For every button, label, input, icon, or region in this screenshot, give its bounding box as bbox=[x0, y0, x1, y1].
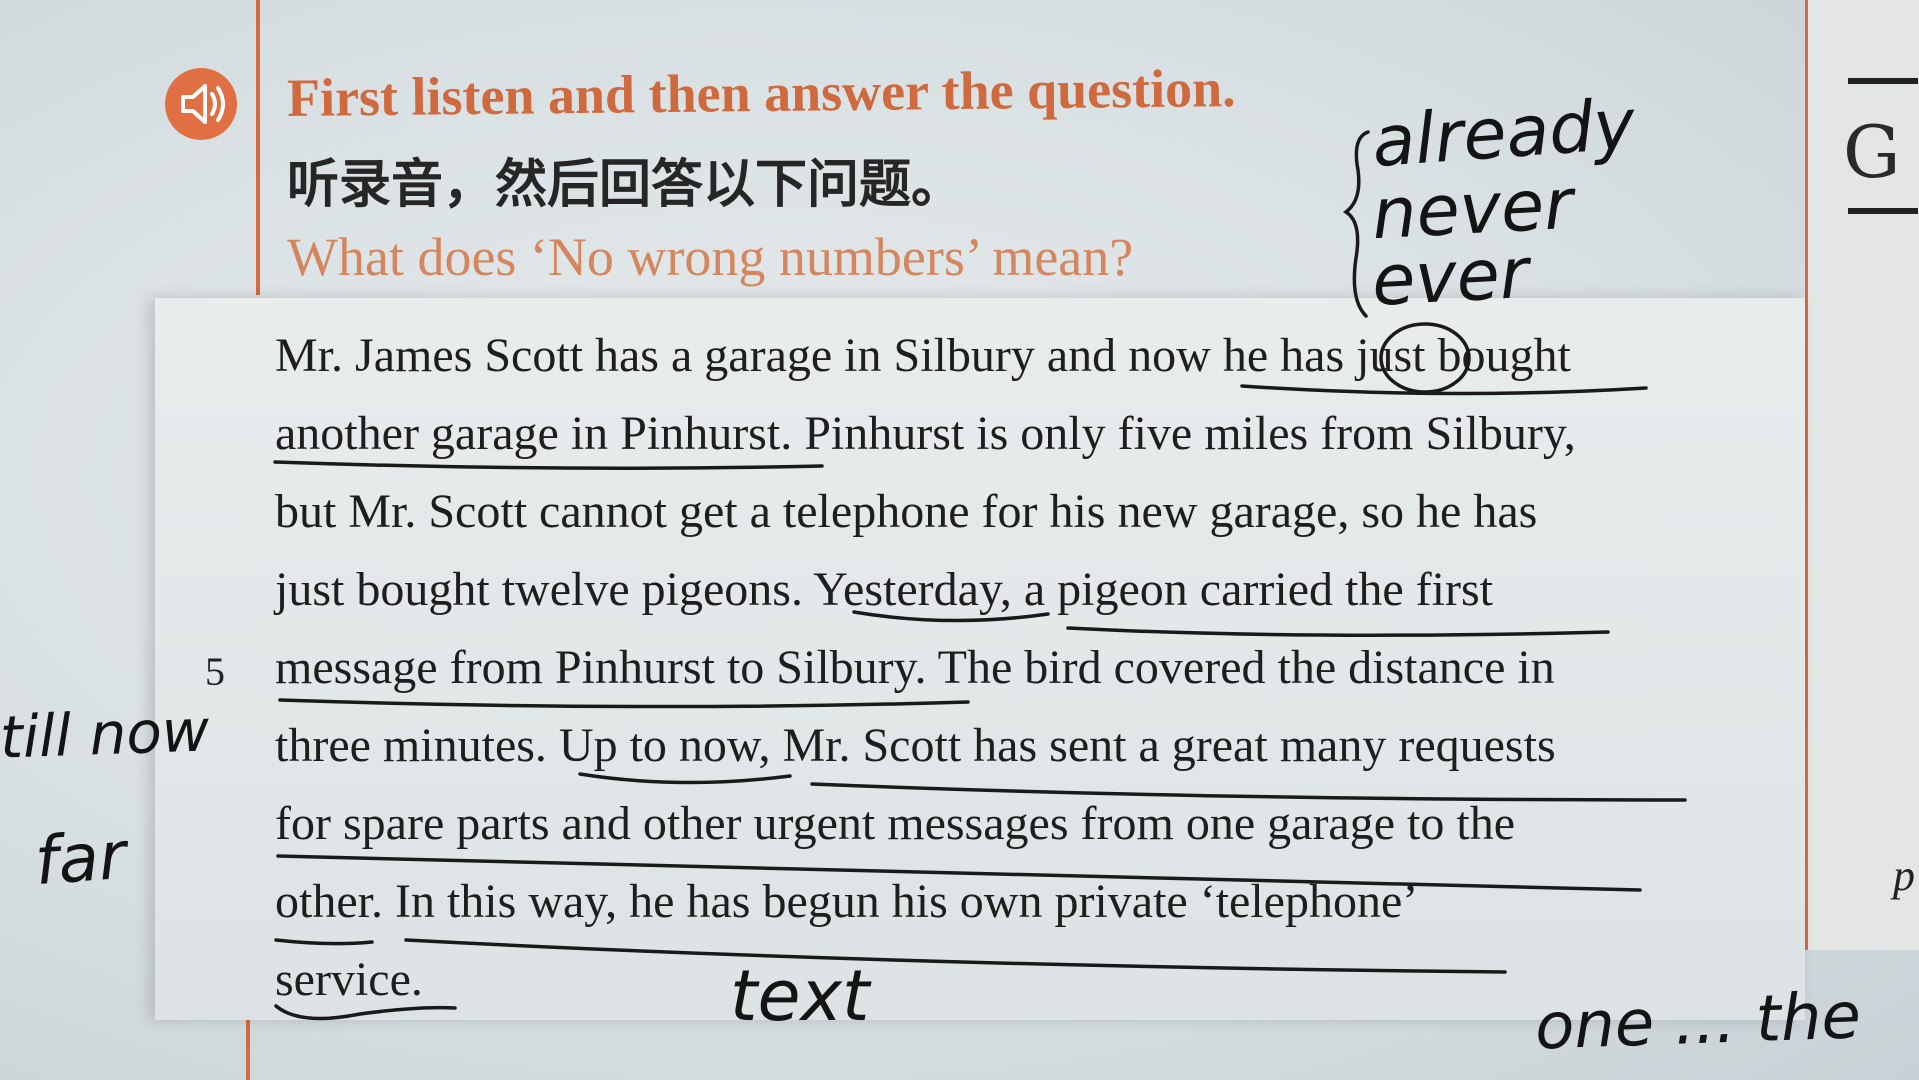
exercise-heading: First listen and then answer the questio… bbox=[286, 58, 1236, 128]
passage-line-4: just bought twelve pigeons. Yesterday, a… bbox=[275, 563, 1493, 616]
handwritten-far: far bbox=[32, 816, 129, 901]
exercise-question: What does ‘No wrong numbers’ mean? bbox=[287, 227, 1134, 287]
passage-line-1: Mr. James Scott has a garage in Silbury … bbox=[275, 329, 1571, 382]
speaker-icon[interactable] bbox=[165, 68, 237, 140]
passage-line-3: but Mr. Scott cannot get a telephone for… bbox=[275, 485, 1538, 538]
handwritten-one-the: one ... the bbox=[1533, 979, 1863, 1065]
right-page-glyph: G bbox=[1843, 110, 1901, 194]
brace-mark bbox=[1342, 130, 1370, 318]
right-page-rule bbox=[1848, 78, 1918, 84]
right-page-edge: G p bbox=[1805, 0, 1919, 950]
passage-line-6: three minutes. Up to now, Mr. Scott has … bbox=[275, 719, 1556, 772]
margin-rule bbox=[256, 0, 260, 295]
exercise-heading-chinese: 听录音，然后回答以下问题。 bbox=[287, 155, 964, 215]
passage-line-8: other. In this way, he has begun his own… bbox=[275, 875, 1419, 928]
handwritten-text: text bbox=[730, 955, 870, 1037]
passage-line-5: message from Pinhurst to Silbury. The bi… bbox=[275, 641, 1555, 694]
passage-line-2: another garage in Pinhurst. Pinhurst is … bbox=[275, 407, 1576, 460]
line-number: 5 bbox=[205, 649, 225, 694]
margin-rule-bottom bbox=[246, 1020, 250, 1080]
textbook-page: G p First listen and then answer the que… bbox=[0, 0, 1919, 1080]
passage-line-7: for spare parts and other urgent message… bbox=[275, 797, 1516, 850]
handwritten-till-now: till now bbox=[0, 696, 211, 772]
passage-line-9: service. bbox=[275, 953, 423, 1006]
right-page-letter: p bbox=[1893, 851, 1915, 900]
handwritten-ever: ever bbox=[1369, 231, 1531, 323]
right-page-rule-2 bbox=[1848, 208, 1918, 214]
